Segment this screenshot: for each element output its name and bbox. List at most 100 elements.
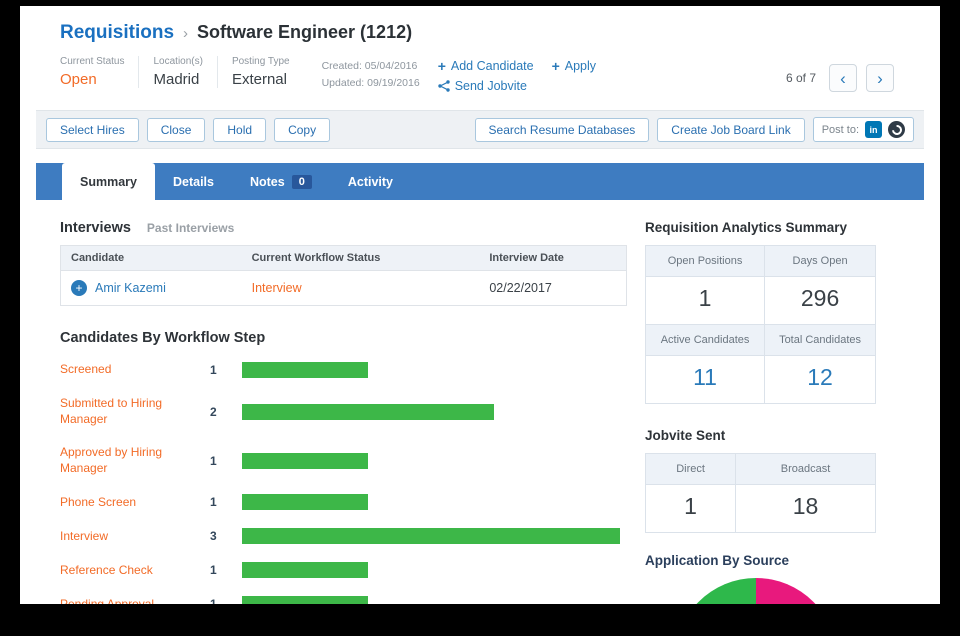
tab-bar: Summary Details Notes 0 Activity — [36, 163, 924, 200]
interviews-table: Candidate Current Workflow Status Interv… — [60, 245, 627, 306]
post-to-group: Post to: in — [812, 117, 914, 142]
select-hires-button[interactable]: Select Hires — [46, 117, 139, 142]
quick-actions: + Add Candidate + Apply Send Jobvite — [438, 56, 596, 98]
workflow-step-count: 1 — [210, 563, 217, 578]
column-interview-date: Interview Date — [479, 245, 627, 271]
workflow-bar — [242, 528, 620, 545]
active-candidates-value[interactable]: 11 — [644, 355, 766, 404]
workflow-bar — [242, 494, 368, 511]
requisition-pagination: 6 of 7 ‹ › — [786, 56, 894, 92]
workflow-step-link[interactable]: Submitted to Hiring Manager — [60, 396, 210, 427]
workflow-step-link[interactable]: Interview — [60, 529, 210, 545]
tab-details[interactable]: Details — [155, 163, 232, 200]
active-candidates-header: Active Candidates — [644, 324, 766, 356]
linkedin-icon[interactable]: in — [865, 121, 882, 138]
summary-content: Interviews Past Interviews Candidate Cur… — [20, 200, 940, 604]
analytics-summary-title: Requisition Analytics Summary — [645, 220, 848, 235]
interviews-title: Interviews — [60, 220, 131, 236]
apply-label: Apply — [564, 59, 597, 73]
past-interviews-link[interactable]: Past Interviews — [147, 221, 234, 235]
requisition-page: Requisitions › Software Engineer (1212) … — [20, 6, 940, 604]
direct-value: 1 — [644, 484, 737, 533]
workflow-step-count: 3 — [210, 529, 217, 544]
apply-link[interactable]: + Apply — [552, 58, 596, 74]
open-positions-header: Open Positions — [644, 245, 766, 277]
location-label: Location(s) — [153, 56, 203, 67]
workflow-row-phone-screen: Phone Screen 1 — [60, 494, 627, 511]
search-resume-databases-button[interactable]: Search Resume Databases — [474, 117, 650, 142]
tab-summary-label: Summary — [80, 174, 137, 189]
page-title: Software Engineer (1212) — [197, 22, 413, 42]
toolbar-right-group: Search Resume Databases Create Job Board… — [474, 117, 914, 142]
tab-activity[interactable]: Activity — [330, 163, 411, 200]
current-status-block: Current Status Open — [60, 56, 140, 88]
workflow-status-link[interactable]: Interview — [252, 281, 302, 295]
right-column: Requisition Analytics Summary Open Posit… — [644, 220, 876, 604]
next-requisition-button[interactable]: › — [866, 64, 894, 92]
screenshot-frame: Requisitions › Software Engineer (1212) … — [0, 0, 960, 636]
workflow-row-screened: Screened 1 — [60, 362, 627, 378]
workflow-step-link[interactable]: Pending Approval — [60, 597, 210, 604]
broadcast-value: 18 — [735, 484, 876, 533]
left-column: Interviews Past Interviews Candidate Cur… — [60, 220, 627, 604]
tab-notes[interactable]: Notes 0 — [232, 163, 330, 200]
send-jobvite-label: Send Jobvite — [454, 79, 527, 93]
workflow-row-pending-approval: Pending Approval 1 — [60, 596, 627, 604]
pagination-count: 6 of 7 — [785, 71, 816, 85]
previous-requisition-button[interactable]: ‹ — [829, 64, 857, 92]
workflow-step-count: 1 — [210, 363, 217, 377]
chevron-left-icon: ‹ — [840, 68, 846, 88]
open-positions-value: 1 — [644, 276, 766, 325]
breadcrumb-separator-icon: › — [183, 25, 189, 42]
posting-type-value: External — [231, 71, 287, 88]
total-candidates-header: Total Candidates — [764, 324, 876, 356]
plus-icon: + — [437, 58, 446, 74]
tab-summary[interactable]: Summary — [62, 163, 155, 200]
workflow-step-count: 1 — [210, 597, 242, 604]
breadcrumb: Requisitions › Software Engineer (1212) — [20, 6, 940, 44]
total-candidates-value[interactable]: 12 — [764, 355, 876, 404]
dates-block: Created: 05/04/2016 Updated: 09/19/2016 — [318, 56, 438, 92]
add-candidate-link[interactable]: + Add Candidate — [438, 58, 534, 74]
direct-header: Direct — [644, 453, 737, 485]
workflow-step-count: 1 — [210, 453, 217, 468]
interviews-header: Interviews Past Interviews — [60, 220, 627, 236]
workflow-step-link[interactable]: Screened — [60, 362, 210, 378]
workflow-bar — [242, 596, 368, 604]
interview-date-value: 02/22/2017 — [489, 281, 552, 295]
workflow-chart-title: Candidates By Workflow Step — [60, 330, 266, 346]
workflow-bar — [242, 403, 494, 420]
chevron-right-icon: › — [877, 68, 883, 88]
close-button[interactable]: Close — [146, 117, 206, 142]
candidate-link[interactable]: Amir Kazemi — [95, 281, 166, 295]
broadcast-header: Broadcast — [735, 453, 876, 485]
column-workflow-status: Current Workflow Status — [241, 245, 480, 271]
analytics-summary-table: Open Positions Days Open 1 296 Active Ca… — [644, 245, 876, 404]
expand-candidate-icon[interactable]: + — [71, 280, 87, 296]
tab-notes-label: Notes — [249, 174, 285, 189]
workflow-step-link[interactable]: Reference Check — [60, 563, 210, 579]
tab-details-label: Details — [172, 174, 214, 189]
requisition-toolbar: Select Hires Close Hold Copy Search Resu… — [36, 110, 924, 149]
workflow-step-link[interactable]: Phone Screen — [60, 495, 210, 511]
copy-button[interactable]: Copy — [274, 117, 331, 142]
days-open-header: Days Open — [764, 245, 876, 277]
tab-activity-label: Activity — [347, 174, 393, 189]
posting-type-block: Posting Type External — [232, 56, 304, 88]
workflow-row-reference-check: Reference Check 1 — [60, 562, 627, 579]
notes-count-badge: 0 — [291, 174, 312, 189]
workflow-bar — [242, 452, 368, 469]
plus-icon: + — [551, 58, 560, 74]
posting-type-label: Posting Type — [231, 56, 290, 67]
workflow-step-link[interactable]: Approved by Hiring Manager — [60, 445, 210, 476]
breadcrumb-requisitions-link[interactable]: Requisitions — [60, 22, 174, 44]
workflow-bar — [242, 362, 368, 378]
job-board-network-icon[interactable] — [888, 121, 905, 138]
days-open-value: 296 — [764, 276, 876, 325]
column-candidate: Candidate — [60, 245, 242, 271]
create-job-board-link-button[interactable]: Create Job Board Link — [657, 117, 805, 142]
send-jobvite-link[interactable]: Send Jobvite — [437, 79, 527, 93]
location-block: Location(s) Madrid — [153, 56, 218, 88]
hold-button[interactable]: Hold — [213, 117, 267, 142]
workflow-step-count: 2 — [210, 404, 217, 419]
